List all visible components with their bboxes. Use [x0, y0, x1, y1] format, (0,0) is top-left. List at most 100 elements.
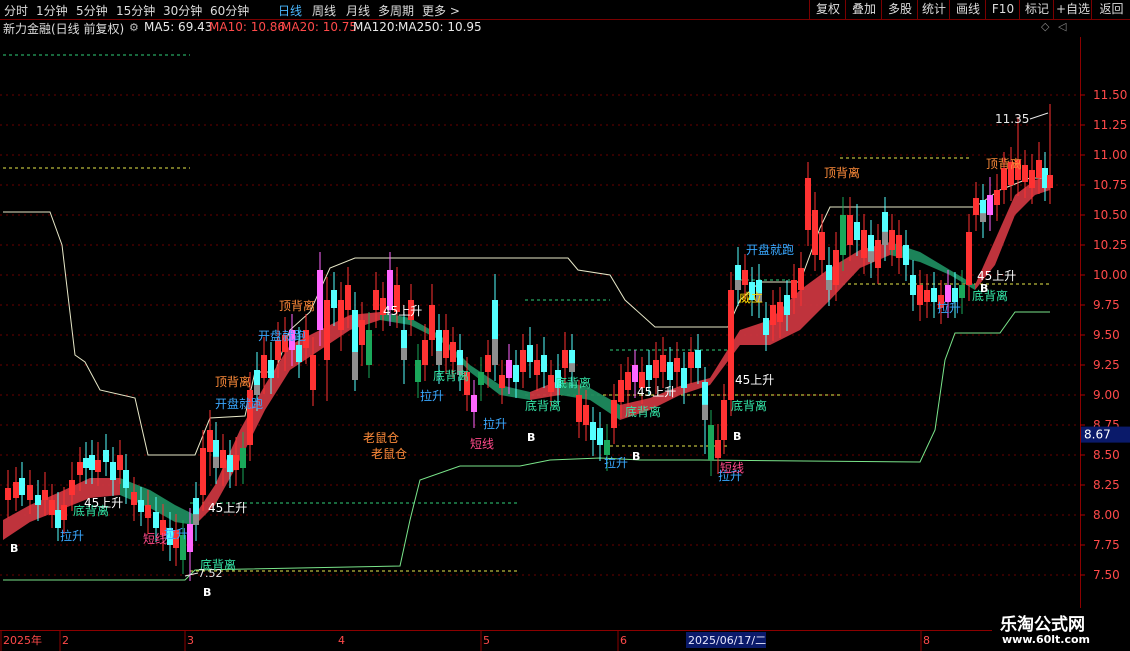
- price-tick-label: 10.25: [1093, 238, 1127, 252]
- f10-button[interactable]: F10: [985, 0, 1020, 19]
- add-watchlist-button[interactable]: +自选: [1053, 0, 1092, 19]
- signal-label: 底背离: [972, 288, 1008, 303]
- candle-body-shade: [213, 456, 219, 468]
- candle-body: [721, 400, 727, 440]
- candle-body: [153, 512, 159, 528]
- tab-1min[interactable]: 1分钟: [36, 2, 68, 19]
- candle-body: [1029, 170, 1035, 188]
- candle-body-shade: [882, 231, 888, 245]
- candle-body-shade: [193, 514, 199, 525]
- tab-monthly[interactable]: 月线: [346, 2, 370, 19]
- candle-body: [42, 490, 48, 500]
- price-tick-label: 8.00: [1093, 508, 1120, 522]
- candle-body: [415, 360, 421, 382]
- diamond-icon[interactable]: ◇: [1041, 20, 1049, 33]
- tab-weekly[interactable]: 周线: [312, 2, 336, 19]
- candle-body: [805, 178, 811, 230]
- price-tick-label: 9.75: [1093, 298, 1120, 312]
- candle-body: [959, 285, 965, 298]
- candle-body: [324, 300, 330, 360]
- candle-body: [994, 190, 1000, 205]
- candle-body: [485, 355, 491, 372]
- close-small-icon[interactable]: ◁: [1058, 20, 1066, 33]
- candle-body: [296, 345, 302, 362]
- stats-button[interactable]: 统计: [917, 0, 950, 19]
- candle-body: [207, 430, 213, 452]
- signal-label: 45上升: [735, 373, 774, 387]
- kline-chart[interactable]: 顶背离顶背离顶背离顶背离底背离底背离底背离底背离底背离 底背离底背离底背离开盘就跑…: [0, 37, 1080, 630]
- candle-body: [373, 290, 379, 310]
- signal-label: 短线: [470, 437, 494, 451]
- restore-rights-button[interactable]: 复权: [809, 0, 846, 19]
- stock-title: 新力金融(日线 前复权): [3, 22, 125, 36]
- signal-label: 老鼠仓: [371, 447, 407, 461]
- signal-label: 拉升: [164, 526, 188, 541]
- candle-body: [840, 215, 846, 255]
- candle-body: [95, 460, 101, 472]
- tab-daily[interactable]: 日线: [278, 2, 302, 19]
- tab-15min[interactable]: 15分钟: [116, 2, 155, 19]
- back-button[interactable]: 返回: [1091, 0, 1130, 19]
- candle-body: [847, 215, 853, 245]
- multi-stock-button[interactable]: 多股: [881, 0, 918, 19]
- buy-marker: B: [733, 430, 741, 443]
- current-price-label: 8.67: [1084, 428, 1111, 442]
- candle-body: [784, 295, 790, 315]
- candle-body: [478, 372, 484, 385]
- price-tick-label: 11.00: [1093, 148, 1127, 162]
- tab-multi-period[interactable]: 多周期: [378, 2, 414, 19]
- candle-body: [618, 380, 624, 402]
- signal-label: 45上升: [84, 496, 123, 510]
- signal-label: 短线: [143, 532, 167, 546]
- candle-body: [443, 330, 449, 358]
- signal-label: 底背离: [433, 368, 469, 383]
- settings-gear-icon[interactable]: ⚙: [129, 21, 139, 34]
- buy-marker: B: [527, 431, 535, 444]
- overlay-button[interactable]: 叠加: [845, 0, 882, 19]
- signal-label: 顶背离: [986, 156, 1022, 171]
- candle-body: [973, 198, 979, 215]
- ma250-label: MA250: 10.95: [398, 20, 482, 34]
- candle-body: [1036, 160, 1042, 178]
- mark-button[interactable]: 标记: [1019, 0, 1054, 19]
- candle-body: [945, 285, 951, 302]
- candle-body: [233, 455, 239, 470]
- candle-body: [55, 510, 61, 528]
- candle-body: [89, 455, 95, 470]
- candle-body: [220, 450, 226, 468]
- candle-body: [763, 318, 769, 335]
- candle-body: [69, 480, 75, 495]
- signal-label: 底背离: [731, 398, 767, 413]
- candle-body: [625, 372, 631, 390]
- signal-label: 拉升: [483, 416, 507, 431]
- tab-30min[interactable]: 30分钟: [163, 2, 202, 19]
- month-label: 5: [483, 634, 490, 647]
- candle-body-shade: [254, 385, 260, 395]
- candle-body: [889, 230, 895, 250]
- candle-body: [541, 355, 547, 372]
- watermark-url: www.60lt.com: [1002, 633, 1091, 646]
- signal-label: 底背离: [625, 404, 661, 419]
- price-axis: 11.50 11.25 11.00 10.75 10.50 10.25 10.00 9.75 9…: [1080, 37, 1130, 630]
- candle-body: [1001, 168, 1007, 190]
- candle-body: [35, 495, 41, 505]
- candle-body-shade: [436, 351, 442, 365]
- candle-body: [5, 488, 11, 500]
- month-label: 6: [620, 634, 627, 647]
- tab-more[interactable]: 更多 >: [422, 2, 460, 19]
- draw-line-button[interactable]: 画线: [949, 0, 986, 19]
- watermark-title: 乐淘公式网: [1000, 615, 1085, 635]
- candle-body: [708, 425, 714, 460]
- candle-body: [317, 270, 323, 330]
- signal-label: 45上升: [977, 269, 1016, 283]
- candle-body-shade: [702, 404, 708, 420]
- price-tick-label: 11.50: [1093, 88, 1127, 102]
- candle-body: [429, 305, 435, 340]
- price-tick-label: 7.75: [1093, 538, 1120, 552]
- candle-body: [450, 342, 456, 362]
- tab-5min[interactable]: 5分钟: [76, 2, 108, 19]
- candle-body-shade: [735, 280, 741, 290]
- tab-60min[interactable]: 60分钟: [210, 2, 249, 19]
- tab-fenshi[interactable]: 分时: [4, 2, 28, 19]
- signal-label: 威立: [739, 290, 763, 305]
